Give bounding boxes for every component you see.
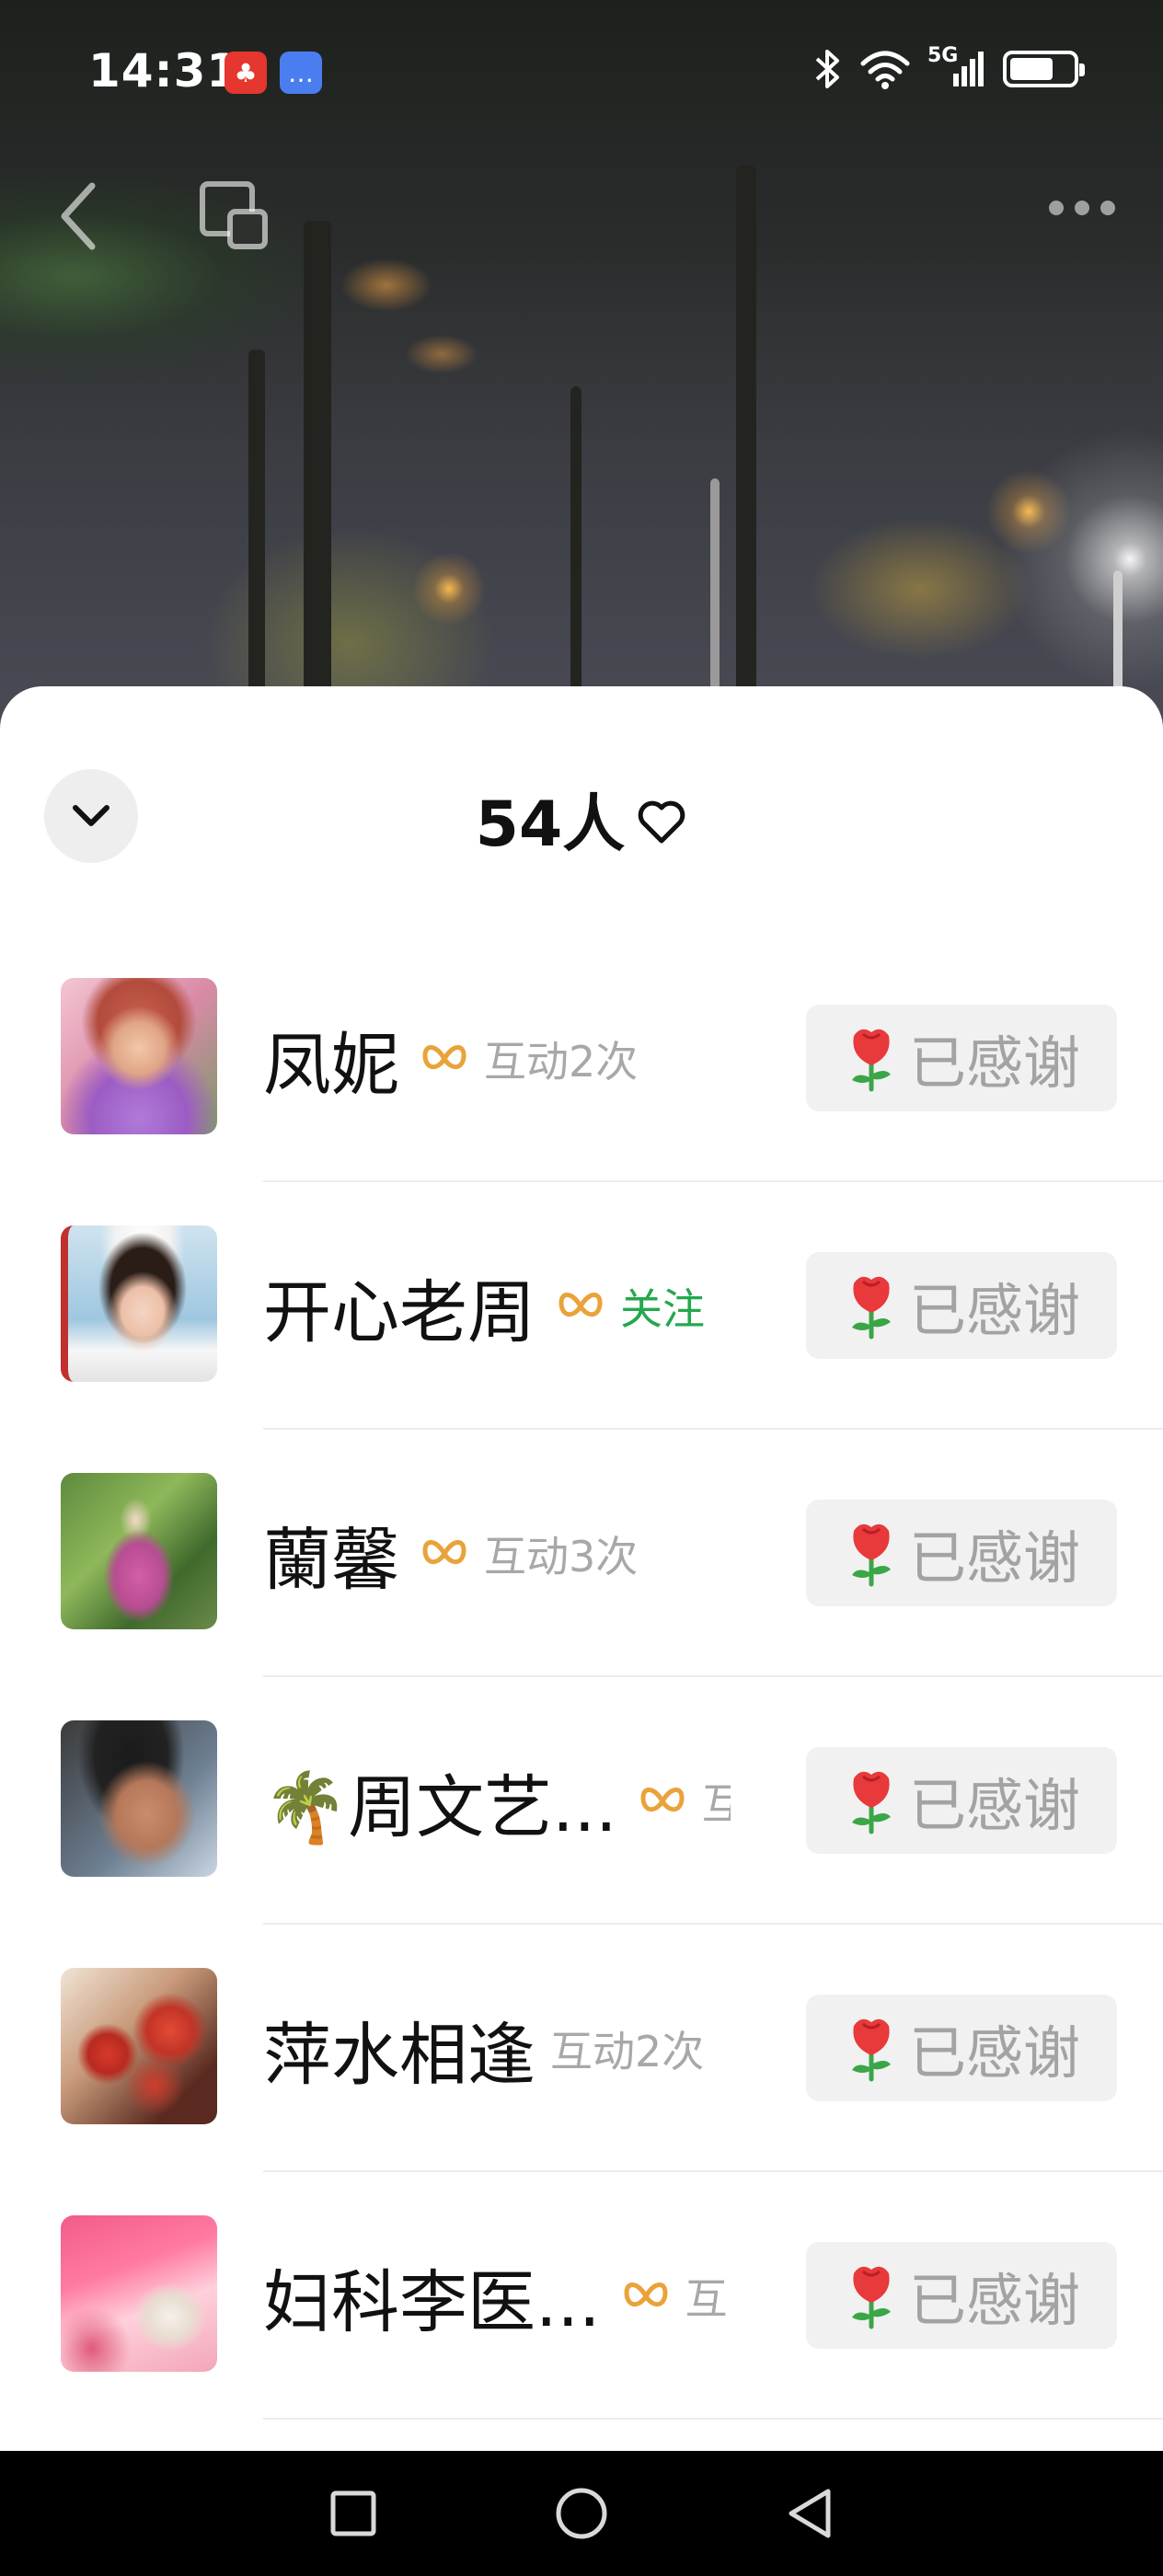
user-name[interactable]: 萍水相逢 — [263, 2000, 535, 2099]
ribbon-badge-icon — [422, 1045, 466, 1070]
thanked-button[interactable]: 已感谢 — [806, 1500, 1117, 1606]
thanked-button[interactable]: 已感谢 — [806, 1747, 1117, 1854]
avatar[interactable] — [61, 1225, 217, 1382]
avatar[interactable] — [61, 2215, 217, 2372]
wifi-icon — [860, 51, 910, 89]
more-dots-icon[interactable] — [1049, 201, 1115, 215]
avatar[interactable] — [61, 1968, 217, 2124]
home-button[interactable] — [554, 2486, 609, 2541]
floating-window-icon[interactable] — [199, 180, 271, 252]
user-name[interactable]: 开心老周 — [263, 1258, 535, 1356]
message-app-icon: … — [280, 52, 322, 94]
list-item[interactable]: 萍水相逢 互动2次 已感谢 — [0, 1925, 1163, 2172]
status-time: 14:31 — [88, 44, 240, 98]
game-app-icon: ♣ — [225, 52, 267, 94]
system-nav-bar — [0, 2451, 1163, 2576]
thanked-label: 已感谢 — [908, 1772, 1080, 1839]
thanked-label: 已感谢 — [908, 2267, 1080, 2334]
likes-count: 54人 — [475, 788, 626, 861]
user-name[interactable]: 蘭馨 — [263, 1505, 399, 1604]
rose-icon — [851, 1276, 891, 1340]
triangle-back-icon — [789, 2489, 831, 2538]
rose-icon — [851, 1771, 891, 1834]
interaction-count: 互动3次 — [484, 1532, 639, 1581]
thanked-label: 已感谢 — [908, 1524, 1080, 1592]
rose-icon — [851, 1029, 891, 1092]
likes-sheet: 54人 凤妮 互动2次 已感谢 开心老周 关注 已感谢 蘭馨 互动3次 已感谢 … — [0, 686, 1163, 2453]
thanked-label: 已感谢 — [908, 1029, 1080, 1097]
sheet-title: 54人 — [0, 773, 1163, 864]
follow-link[interactable]: 关注 — [620, 1276, 705, 1337]
thanked-label: 已感谢 — [908, 1277, 1080, 1344]
name-area: 开心老周 关注 — [263, 1237, 731, 1375]
ribbon-badge-icon — [624, 2283, 668, 2307]
heart-outline-icon — [639, 800, 685, 843]
thanked-button[interactable]: 已感谢 — [806, 1995, 1117, 2101]
name-area: 萍水相逢 互动2次 — [263, 1980, 731, 2118]
avatar[interactable] — [61, 1720, 217, 1877]
interaction-count: 互动2次 — [484, 1037, 639, 1087]
square-icon — [330, 2490, 376, 2536]
interaction-count: 互 — [685, 2274, 728, 2324]
divider — [263, 2418, 1163, 2420]
list-item[interactable]: 🌴周文艺... 互 已感谢 — [0, 1677, 1163, 1925]
thanked-button[interactable]: 已感谢 — [806, 2242, 1117, 2349]
ribbon-badge-icon — [422, 1540, 466, 1565]
ribbon-badge-icon — [558, 1293, 603, 1317]
list-item[interactable]: 开心老周 关注 已感谢 — [0, 1182, 1163, 1430]
thanked-label: 已感谢 — [908, 2019, 1080, 2087]
signal-icon: 5G — [927, 44, 986, 90]
status-bar: 14:31 ♣ … 5G — [0, 0, 1163, 138]
avatar[interactable] — [61, 978, 217, 1134]
list-item[interactable]: 蘭馨 互动3次 已感谢 — [0, 1430, 1163, 1677]
user-name[interactable]: 🌴周文艺... — [263, 1753, 617, 1851]
list-item[interactable]: 妇科李医... 互 已感谢 — [0, 2172, 1163, 2420]
list-item[interactable]: 凤妮 互动2次 已感谢 — [0, 935, 1163, 1182]
interaction-count: 互 — [701, 1779, 731, 1829]
ribbon-badge-icon — [640, 1788, 685, 1812]
rose-icon — [851, 2018, 891, 2082]
thanked-button[interactable]: 已感谢 — [806, 1005, 1117, 1111]
name-area: 蘭馨 互动3次 — [263, 1485, 731, 1623]
chevron-left-icon[interactable] — [52, 175, 107, 258]
thanked-button[interactable]: 已感谢 — [806, 1252, 1117, 1359]
rose-icon — [851, 2266, 891, 2329]
user-name[interactable]: 凤妮 — [263, 1010, 399, 1109]
user-name[interactable]: 妇科李医... — [263, 2248, 601, 2346]
name-area: 妇科李医... 互 — [263, 2227, 731, 2365]
status-icons: 5G — [812, 44, 1085, 90]
avatar[interactable] — [61, 1473, 217, 1629]
battery-icon — [1003, 51, 1085, 87]
interaction-count: 互动2次 — [550, 2027, 705, 2076]
bluetooth-icon — [815, 50, 839, 88]
name-area: 凤妮 互动2次 — [263, 990, 731, 1128]
back-button[interactable] — [782, 2486, 837, 2541]
likers-list: 凤妮 互动2次 已感谢 开心老周 关注 已感谢 蘭馨 互动3次 已感谢 🌴周文艺… — [0, 935, 1163, 2420]
circle-icon — [556, 2488, 607, 2539]
recents-button[interactable] — [326, 2486, 381, 2541]
rose-icon — [851, 1524, 891, 1587]
screen: 14:31 ♣ … 5G 54人 凤妮 互动2次 已感谢 开心老周 关注 已感谢… — [0, 0, 1163, 2576]
name-area: 🌴周文艺... 互 — [263, 1732, 731, 1870]
